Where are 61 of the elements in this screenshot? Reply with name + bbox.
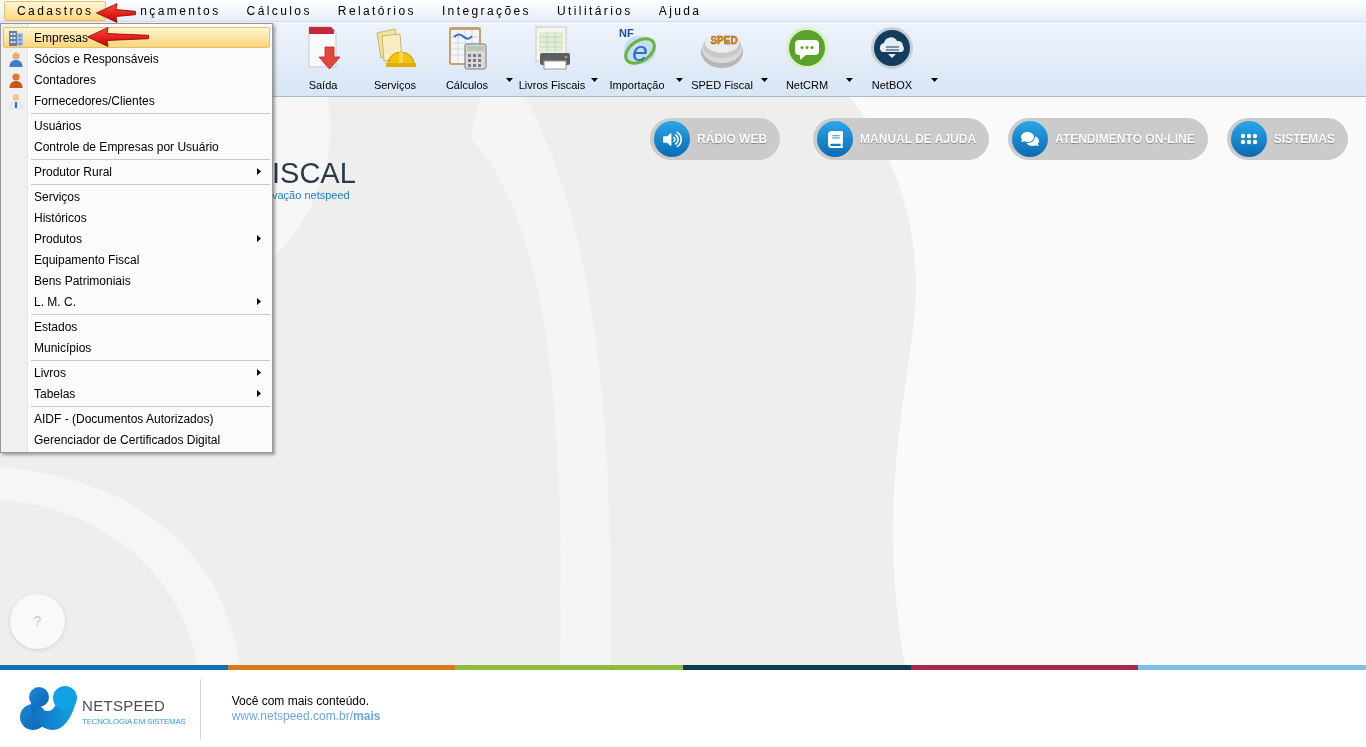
toolbar-button[interactable]: NetCRM: [771, 22, 843, 92]
menu-bar-item[interactable]: Utilitários: [544, 1, 646, 21]
toolbar-button[interactable]: Cálculos: [431, 22, 503, 92]
menu-item[interactable]: Bens Patrimoniais: [3, 270, 270, 291]
speaker-icon: [654, 121, 691, 157]
logo-text: ISCAL: [272, 157, 356, 189]
caret-icon[interactable]: [506, 78, 513, 82]
person-icon: [8, 50, 24, 67]
menu-item[interactable]: AIDF - (Documentos Autorizados): [3, 408, 270, 429]
menu-bar-item[interactable]: Integrações: [428, 1, 544, 21]
icon-label: SPED: [710, 35, 738, 46]
menu-item[interactable]: L. M. C.: [3, 291, 270, 312]
annotation-arrow-icon: [87, 27, 149, 47]
menu-item[interactable]: Gerenciador de Certificados Digital: [3, 429, 270, 450]
toolbar-button[interactable]: NetBOX: [856, 22, 928, 92]
menu-item[interactable]: Usuários: [3, 115, 270, 136]
menu-item[interactable]: Controle de Empresas por Usuário: [3, 136, 270, 157]
logo-tagline: vação netspeed: [272, 189, 350, 201]
menu-item[interactable]: Equipamento Fiscal: [3, 249, 270, 270]
brand-name: NETSPEED: [82, 697, 166, 714]
menu-item[interactable]: Produtos: [3, 228, 270, 249]
cloud-icon: [870, 25, 914, 71]
caret-icon[interactable]: [846, 78, 853, 82]
caret-icon[interactable]: [676, 78, 683, 82]
menu-item[interactable]: Históricos: [3, 207, 270, 228]
icon-label: NF: [619, 27, 634, 39]
menu-item[interactable]: Sócios e Responsáveis: [3, 48, 270, 69]
menu-bar-item[interactable]: Relatórios: [324, 1, 429, 21]
blob-logo-icon: [20, 686, 78, 731]
toolbar-button[interactable]: SPED SPED Fiscal: [686, 22, 758, 92]
brand-tagline: TECNOLOGIA EM SISTEMAS: [82, 716, 186, 726]
caret-icon[interactable]: [761, 78, 768, 82]
menu-item[interactable]: Estados: [3, 316, 270, 337]
menu-item[interactable]: Fornecedores/Clientes: [3, 90, 270, 111]
caret-icon[interactable]: [591, 78, 598, 82]
caret-icon[interactable]: [931, 78, 938, 82]
menu-bar-item[interactable]: nçamentos: [139, 1, 234, 21]
book-icon: [817, 121, 854, 157]
menu-item[interactable]: Tabelas: [3, 383, 270, 404]
speech-bubble-icon: [785, 25, 829, 71]
toolbar-button[interactable]: Serviços: [359, 22, 431, 92]
menu-item[interactable]: Produtor Rural: [3, 161, 270, 182]
menu-bar-item[interactable]: Ajuda: [645, 1, 715, 21]
toolbar-button[interactable]: Livros Fiscais: [516, 22, 588, 92]
menu-item[interactable]: Serviços: [3, 186, 270, 207]
menu-item[interactable]: Livros: [3, 362, 270, 383]
menu-bar-item[interactable]: Cálculos: [233, 1, 325, 21]
footer-message: Você com mais conteúdo.: [231, 693, 370, 709]
person-icon: [8, 71, 24, 88]
menu-bar-item[interactable]: Cadastros: [4, 1, 107, 21]
toolbar-button[interactable]: e NF Importação: [601, 22, 673, 92]
icon-label: e: [632, 36, 648, 67]
dots-grid-icon: [1230, 121, 1267, 157]
chat-bubbles-icon: [1012, 121, 1049, 157]
menu-item[interactable]: Contadores: [3, 69, 270, 90]
menu-item[interactable]: Empresas: [3, 27, 270, 48]
person-tie-icon: [8, 92, 24, 109]
toolbar-button[interactable]: Saída: [287, 22, 359, 92]
annotation-arrow-icon: [96, 3, 136, 23]
building-icon: [8, 29, 24, 46]
menu-item[interactable]: Municípios: [3, 337, 270, 358]
